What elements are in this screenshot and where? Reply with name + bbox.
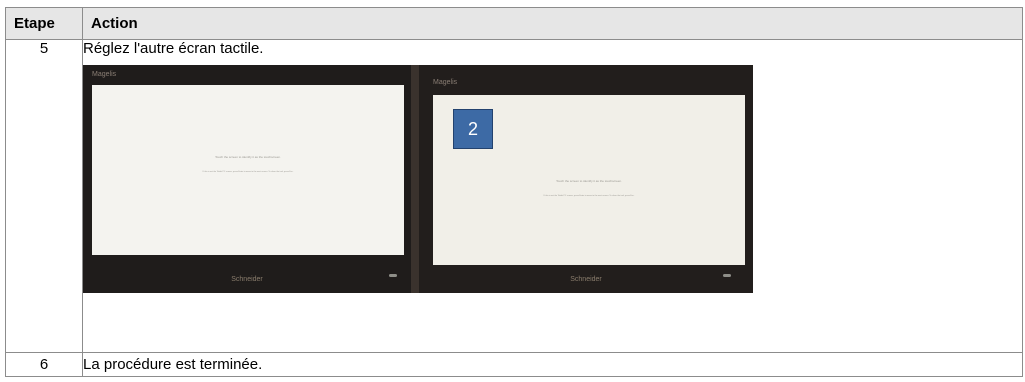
right-monitor-instruction: If this is not the Tablet PC screen, pre… xyxy=(543,195,635,197)
left-monitor-led xyxy=(389,274,397,277)
right-monitor-led xyxy=(723,274,731,277)
action-cell: La procédure est terminée. xyxy=(82,352,1023,377)
header-step: Etape xyxy=(5,7,83,40)
table-row: 5 Réglez l'autre écran tactile. Magelis … xyxy=(5,39,1023,353)
monitor-gap xyxy=(411,65,419,293)
right-monitor-title: Magelis xyxy=(433,79,458,86)
right-monitor-prompt: Touch the screen to identify it as the t… xyxy=(556,179,622,183)
screen-number-badge: 2 xyxy=(453,109,493,149)
table-row: 6 La procédure est terminée. xyxy=(5,352,1023,377)
step-number: 6 xyxy=(5,352,83,377)
step-number: 5 xyxy=(5,39,83,353)
left-monitor-prompt: Touch the screen to identify it as the t… xyxy=(215,155,281,159)
left-monitor-brand: Schneider xyxy=(231,276,263,283)
dual-monitor-photo: Magelis Touch the screen to identify it … xyxy=(83,65,753,293)
left-monitor-screen: Touch the screen to identify it as the t… xyxy=(92,85,404,255)
action-text: Réglez l'autre écran tactile. xyxy=(83,40,264,57)
action-cell: Réglez l'autre écran tactile. Magelis To… xyxy=(82,39,1023,353)
left-monitor-title: Magelis xyxy=(92,71,117,78)
table-header-row: Etape Action xyxy=(5,7,1023,40)
header-action: Action xyxy=(82,7,1023,40)
left-monitor-instruction: If this is not the Tablet PC screen, pre… xyxy=(202,171,294,173)
procedure-table: Etape Action 5 Réglez l'autre écran tact… xyxy=(5,7,1023,377)
left-monitor: Magelis Touch the screen to identify it … xyxy=(83,65,411,293)
right-monitor: Magelis Touch the screen to identify it … xyxy=(419,65,753,293)
right-monitor-brand: Schneider xyxy=(570,276,602,283)
